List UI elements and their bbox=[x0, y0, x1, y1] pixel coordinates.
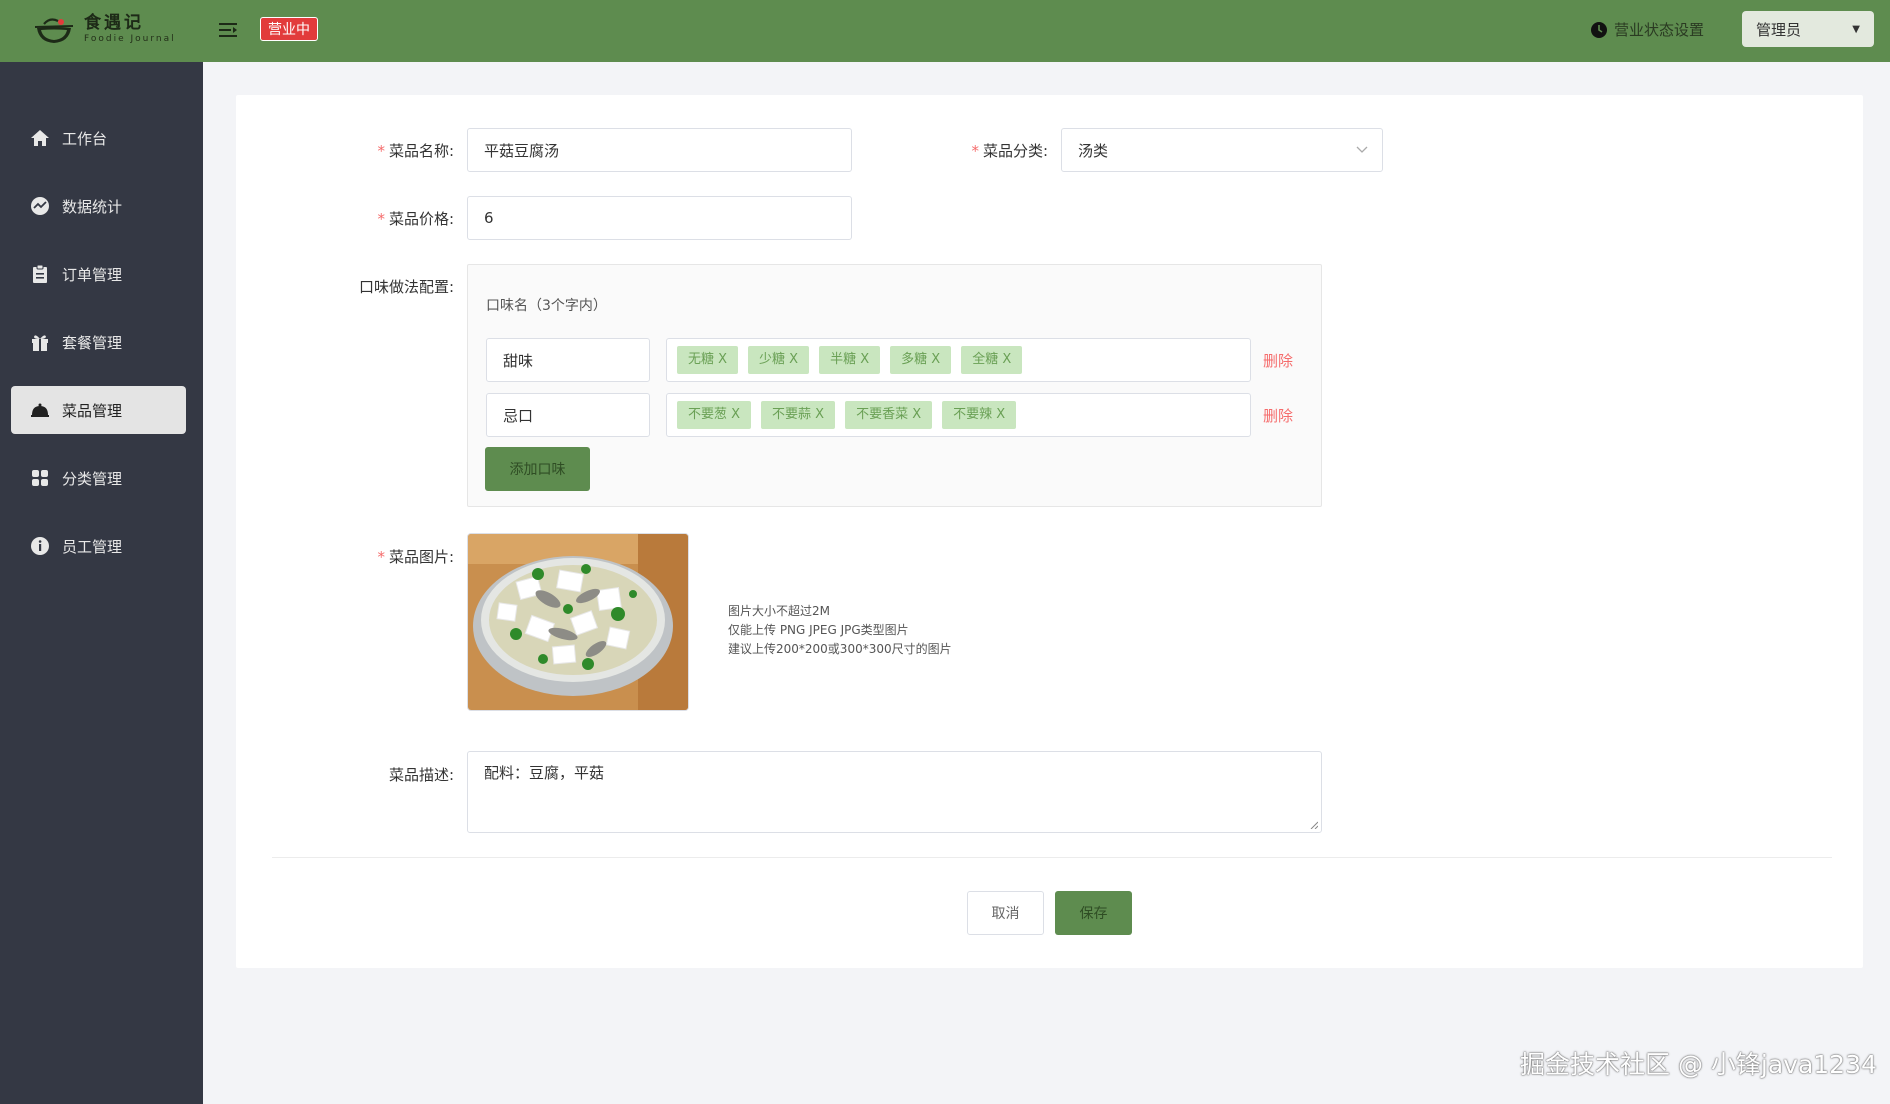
sidebar-item-workbench[interactable]: 工作台 bbox=[11, 114, 186, 162]
flavor-tag[interactable]: 全糖 X bbox=[961, 346, 1023, 374]
logo-title: 食遇记 bbox=[84, 12, 144, 33]
admin-dropdown[interactable]: 管理员 ▼ bbox=[1742, 11, 1874, 47]
dish-name-input[interactable]: 平菇豆腐汤 bbox=[467, 128, 852, 172]
delete-flavor-link[interactable]: 删除 bbox=[1263, 405, 1293, 426]
save-button[interactable]: 保存 bbox=[1055, 891, 1132, 935]
logo: 食遇记 Foodie Journal bbox=[34, 12, 176, 46]
clock-icon bbox=[1591, 21, 1607, 38]
sidebar-item-label: 工作台 bbox=[62, 129, 108, 148]
gift-icon bbox=[32, 335, 48, 351]
dish-price-input[interactable]: 6 bbox=[467, 196, 852, 240]
flavor-tag[interactable]: 不要葱 X bbox=[677, 401, 752, 429]
sidebar-item-label: 订单管理 bbox=[62, 265, 123, 284]
cancel-button[interactable]: 取消 bbox=[967, 891, 1044, 935]
sidebar-item-label: 员工管理 bbox=[62, 537, 123, 556]
flavor-tag[interactable]: 不要蒜 X bbox=[761, 401, 836, 429]
sidebar-item-statistics[interactable]: 数据统计 bbox=[11, 182, 186, 230]
dish-category-label: * 菜品分类: bbox=[971, 142, 1048, 160]
image-hint-line: 图片大小不超过2M bbox=[728, 604, 830, 618]
caret-down-icon: ▼ bbox=[1852, 23, 1860, 35]
status-setting-label: 营业状态设置 bbox=[1614, 21, 1705, 39]
flavor-tag[interactable]: 多糖 X bbox=[890, 346, 952, 374]
flavor-tag[interactable]: 不要辣 X bbox=[942, 401, 1017, 429]
required-mark: * bbox=[377, 142, 385, 160]
image-hint-line: 建议上传200*200或300*300尺寸的图片 bbox=[728, 642, 952, 656]
flavor-tags-box[interactable]: 不要葱 X 不要蒜 X 不要香菜 X 不要辣 X bbox=[666, 393, 1251, 437]
sidebar-item-label: 分类管理 bbox=[62, 469, 123, 488]
dish-description-textarea[interactable]: 配料：豆腐，平菇 bbox=[467, 751, 1322, 833]
flavor-tag[interactable]: 半糖 X bbox=[819, 346, 881, 374]
grid-icon bbox=[32, 470, 48, 486]
home-icon bbox=[31, 130, 49, 146]
add-flavor-button[interactable]: 添加口味 bbox=[485, 447, 590, 491]
flavor-tags-box[interactable]: 无糖 X 少糖 X 半糖 X 多糖 X 全糖 X bbox=[666, 338, 1251, 382]
sidebar-item-label: 数据统计 bbox=[62, 197, 123, 216]
required-mark: * bbox=[377, 210, 385, 228]
watermark: 掘金技术社区 @ 小锋java1234 bbox=[1520, 1050, 1877, 1079]
dish-name-label: * 菜品名称: bbox=[377, 142, 454, 160]
flavor-name-input[interactable]: 甜味 bbox=[486, 338, 650, 382]
flavor-name-hint: 口味名（3个字内） bbox=[486, 298, 607, 314]
form-divider bbox=[272, 857, 1832, 858]
logo-subtitle: Foodie Journal bbox=[84, 33, 176, 44]
dish-image-label: * 菜品图片: bbox=[377, 548, 454, 566]
required-mark: * bbox=[377, 548, 385, 566]
sidebar-item-categories[interactable]: 分类管理 bbox=[11, 454, 186, 502]
sidebar: 工作台 数据统计 订单管理 套餐管理 菜品管理 分类管理 员工管理 bbox=[0, 62, 203, 1104]
info-icon bbox=[31, 537, 49, 555]
image-hint-line: 仅能上传 PNG JPEG JPG类型图片 bbox=[728, 623, 909, 637]
flavor-tag[interactable]: 不要香菜 X bbox=[845, 401, 933, 429]
clipboard-icon bbox=[33, 264, 47, 283]
resize-handle-icon[interactable] bbox=[1310, 821, 1318, 829]
sidebar-item-orders[interactable]: 订单管理 bbox=[11, 250, 186, 298]
chevron-down-icon bbox=[1356, 146, 1368, 153]
menu-toggle-icon[interactable] bbox=[217, 19, 239, 41]
delete-flavor-link[interactable]: 删除 bbox=[1263, 350, 1293, 371]
sidebar-item-dishes[interactable]: 菜品管理 bbox=[11, 386, 186, 434]
description-text: 配料：豆腐，平菇 bbox=[484, 764, 605, 782]
image-upload-hints: 图片大小不超过2M 仅能上传 PNG JPEG JPG类型图片 建议上传200*… bbox=[728, 602, 952, 659]
category-selected-value: 汤类 bbox=[1078, 141, 1109, 160]
dish-photo bbox=[468, 534, 688, 710]
business-status-badge: 营业中 bbox=[260, 17, 318, 41]
sidebar-item-label: 菜品管理 bbox=[62, 401, 123, 420]
sidebar-item-combos[interactable]: 套餐管理 bbox=[11, 318, 186, 366]
dish-image-upload[interactable] bbox=[467, 533, 689, 711]
cloche-icon bbox=[31, 403, 49, 417]
dish-description-label: 菜品描述: bbox=[388, 766, 454, 784]
sidebar-item-label: 套餐管理 bbox=[62, 333, 123, 352]
required-mark: * bbox=[971, 142, 979, 160]
flavor-config-label: 口味做法配置: bbox=[358, 278, 454, 296]
dish-category-select[interactable]: 汤类 bbox=[1061, 128, 1383, 172]
top-header: 食遇记 Foodie Journal 营业中 营业状态设置 管理员 ▼ bbox=[0, 0, 1890, 62]
admin-label: 管理员 bbox=[1756, 20, 1802, 39]
flavor-config-box: 口味名（3个字内） 甜味 无糖 X 少糖 X 半糖 X 多糖 X 全糖 X 删除… bbox=[467, 264, 1322, 507]
flavor-tag[interactable]: 少糖 X bbox=[748, 346, 810, 374]
flavor-name-input[interactable]: 忌口 bbox=[486, 393, 650, 437]
chart-icon bbox=[31, 197, 49, 215]
dish-price-label: * 菜品价格: bbox=[377, 210, 454, 228]
business-status-setting[interactable]: 营业状态设置 bbox=[1590, 19, 1704, 40]
sidebar-item-employees[interactable]: 员工管理 bbox=[11, 522, 186, 570]
flavor-tag[interactable]: 无糖 X bbox=[677, 346, 739, 374]
bowl-logo-icon bbox=[34, 18, 74, 43]
